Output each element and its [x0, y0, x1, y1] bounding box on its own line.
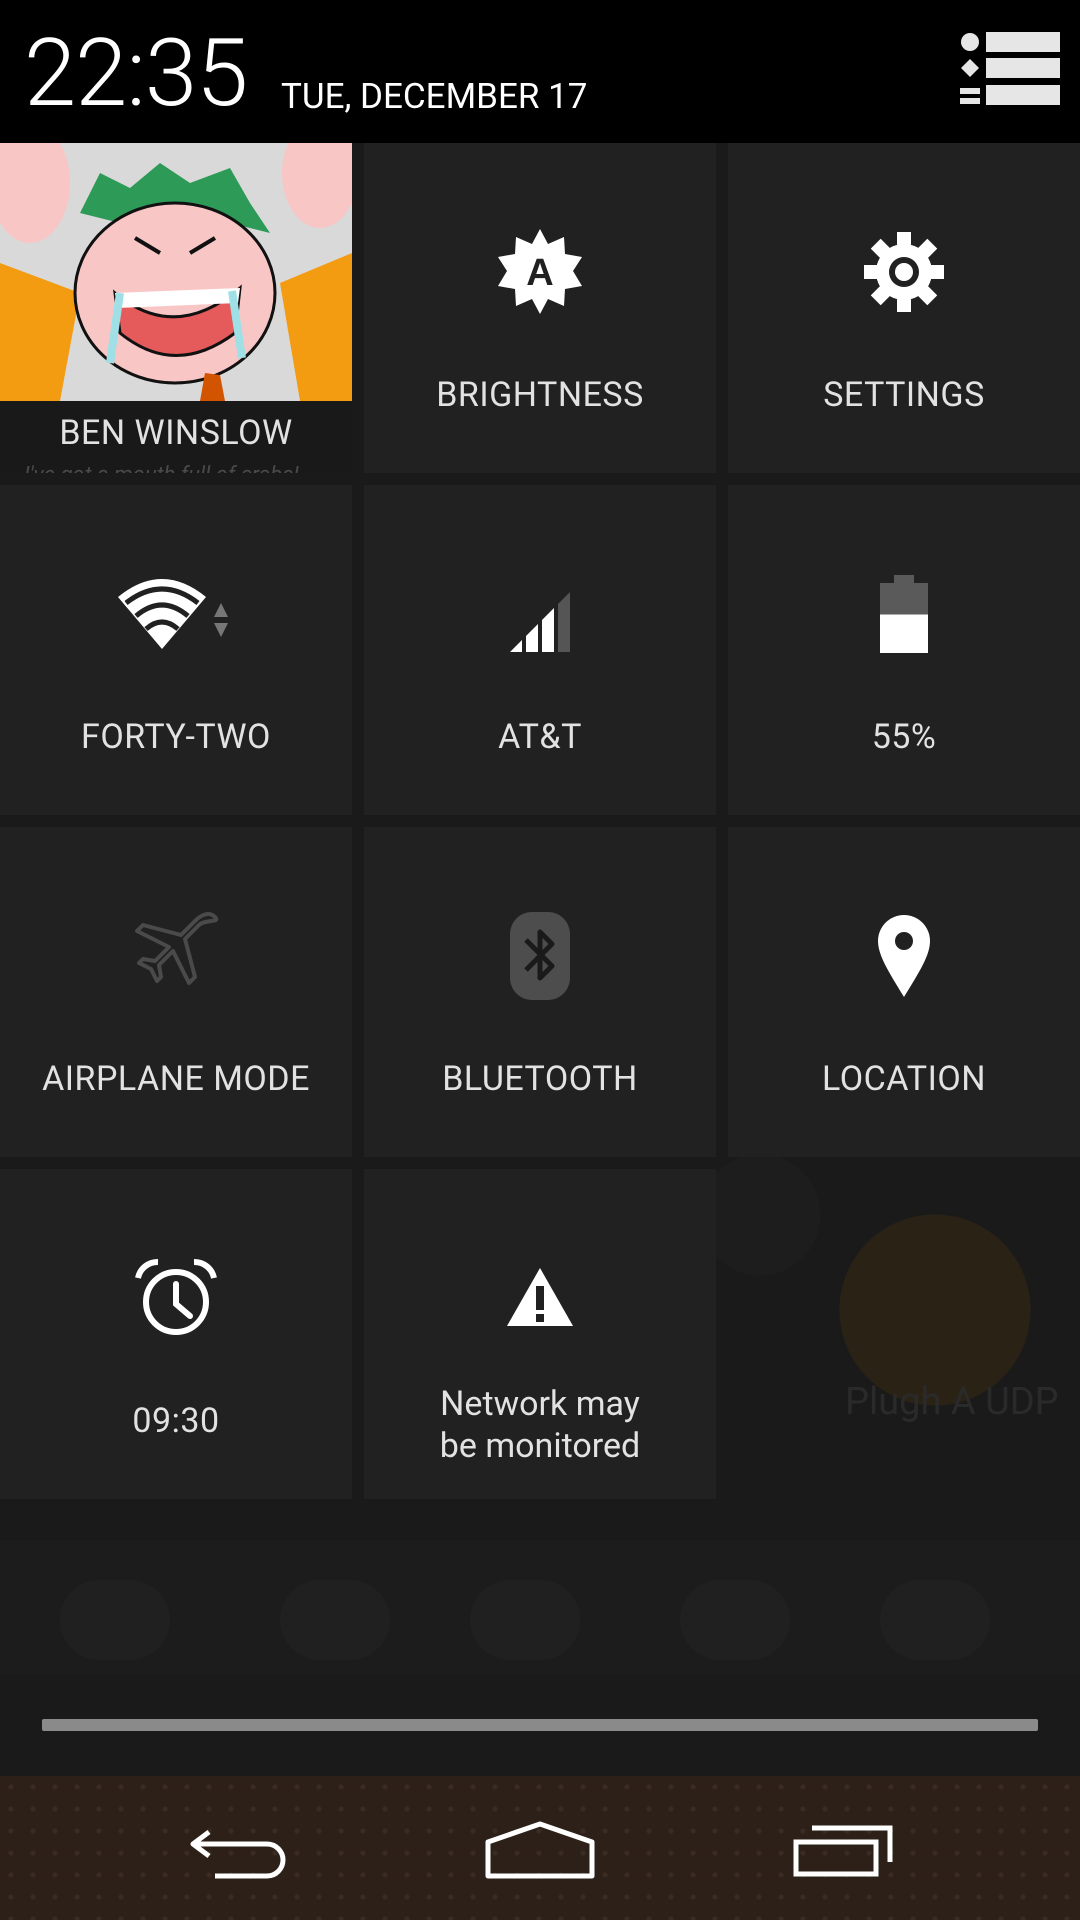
tile-user[interactable]: BEN WINSLOW I've got a mouth full of cra… [0, 143, 352, 473]
tile-alarm[interactable]: 09:30 [0, 1169, 352, 1499]
panel-drag-handle[interactable] [42, 1719, 1038, 1731]
location-pin-icon [728, 911, 1080, 1001]
tile-brightness[interactable]: A BRIGHTNESS [364, 143, 716, 473]
tile-label-line: Network may [440, 1384, 640, 1424]
gear-icon [728, 227, 1080, 317]
tile-label: FORTY-TWO [81, 717, 271, 757]
date-label[interactable]: TUE, DECEMBER 17 [281, 75, 587, 119]
wifi-icon [0, 569, 352, 659]
tile-label: 55% [871, 717, 937, 757]
tile-airplane-mode[interactable]: AIRPLANE MODE [0, 827, 352, 1157]
tile-label: BRIGHTNESS [436, 375, 644, 415]
tile-settings[interactable]: SETTINGS [728, 143, 1080, 473]
user-name: BEN WINSLOW [59, 413, 293, 453]
tile-label: AIRPLANE MODE [42, 1059, 310, 1099]
tile-label: 09:30 [132, 1401, 220, 1441]
home-icon[interactable] [475, 1810, 605, 1890]
svg-text:A: A [526, 252, 553, 294]
quick-settings-header: 22:35 TUE, DECEMBER 17 [0, 0, 1080, 143]
user-status: I've got a mouth full of crabs! [24, 463, 299, 473]
tile-wifi[interactable]: FORTY-TWO [0, 485, 352, 815]
clock[interactable]: 22:35 [24, 18, 248, 128]
background-dock-icon [60, 1580, 170, 1660]
tile-location[interactable]: LOCATION [728, 827, 1080, 1157]
tile-mobile-data[interactable]: AT&T [364, 485, 716, 815]
tile-label: LOCATION [822, 1059, 986, 1099]
tile-battery[interactable]: 55% [728, 485, 1080, 815]
recents-icon[interactable] [778, 1810, 908, 1890]
airplane-icon [0, 911, 352, 1001]
bluetooth-icon [364, 911, 716, 1001]
alarm-clock-icon [0, 1253, 352, 1343]
tile-label-line: be monitored [439, 1426, 641, 1466]
tile-label: BLUETOOTH [442, 1059, 638, 1099]
battery-level-fill [880, 614, 928, 653]
warning-icon [364, 1253, 716, 1343]
notifications-list-icon[interactable] [952, 28, 1062, 112]
brightness-auto-icon: A [364, 227, 716, 317]
signal-icon [364, 569, 716, 659]
tile-network-monitored[interactable]: Network may be monitored [364, 1169, 716, 1499]
tile-label: AT&T [498, 717, 582, 757]
background-dock-icon [470, 1580, 580, 1660]
tile-bluetooth[interactable]: BLUETOOTH [364, 827, 716, 1157]
back-icon[interactable] [175, 1810, 305, 1890]
avatar [0, 143, 352, 401]
background-app-label: Plugh A UDP [845, 1380, 1059, 1424]
background-dock-icon [680, 1580, 790, 1660]
background-dock-icon [880, 1580, 990, 1660]
background-dock-icon [280, 1580, 390, 1660]
tile-label: Network may be monitored [364, 1383, 716, 1467]
tile-label: SETTINGS [823, 375, 985, 415]
battery-icon [728, 569, 1080, 659]
